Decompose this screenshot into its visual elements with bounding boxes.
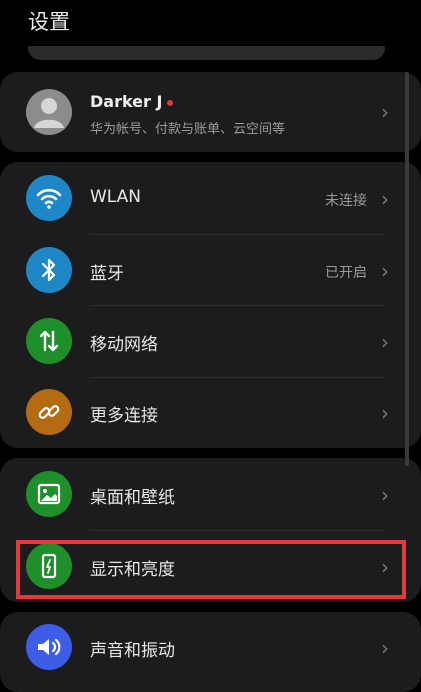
settings-item-sound-vibration[interactable]: 声音和振动 › <box>0 612 421 684</box>
bluetooth-label: 蓝牙 <box>90 264 124 284</box>
settings-item-wlan[interactable]: WLAN 未连接 › <box>0 162 421 234</box>
settings-item-more-connections[interactable]: 更多连接 › <box>0 378 421 448</box>
chevron-right-icon: › <box>381 100 389 124</box>
settings-item-wallpaper[interactable]: 桌面和壁纸 › <box>0 458 421 530</box>
chevron-right-icon: › <box>381 187 389 211</box>
collapsed-card-edge <box>28 46 385 60</box>
page-title: 设置 <box>28 10 70 34</box>
more-connections-label: 更多连接 <box>90 406 158 426</box>
chevron-right-icon: › <box>381 636 389 660</box>
chevron-right-icon: › <box>381 483 389 507</box>
bluetooth-status: 已开启 <box>325 265 367 281</box>
settings-item-mobile-network[interactable]: 移动网络 › <box>0 306 421 377</box>
wallpaper-label: 桌面和壁纸 <box>90 488 175 508</box>
wallpaper-icon <box>26 471 72 517</box>
speaker-icon <box>26 624 72 670</box>
highlight-box <box>16 540 406 599</box>
account-subtitle: 华为帐号、付款与账单、云空间等 <box>90 122 286 137</box>
link-icon <box>26 389 72 435</box>
chevron-right-icon: › <box>381 330 389 354</box>
settings-item-bluetooth[interactable]: 蓝牙 已开启 › <box>0 235 421 305</box>
sound-vibration-label: 声音和振动 <box>90 641 175 661</box>
wlan-label: WLAN <box>90 187 142 207</box>
mobile-data-icon <box>26 318 72 364</box>
account-name: Darker J <box>90 92 163 111</box>
avatar <box>26 89 72 135</box>
scrollbar[interactable] <box>405 72 409 466</box>
account-card[interactable]: › <box>0 72 421 152</box>
wlan-status: 未连接 <box>325 193 367 209</box>
chevron-right-icon: › <box>381 401 389 425</box>
wifi-icon <box>26 175 72 221</box>
chevron-right-icon: › <box>381 259 389 283</box>
connectivity-card: WLAN 未连接 › 蓝牙 已开启 › 移动网络 › 更多连接 › <box>0 162 421 448</box>
bluetooth-icon <box>26 247 72 293</box>
notification-dot <box>167 99 174 106</box>
mobile-network-label: 移动网络 <box>90 335 158 355</box>
sound-card: 声音和振动 › <box>0 612 421 692</box>
